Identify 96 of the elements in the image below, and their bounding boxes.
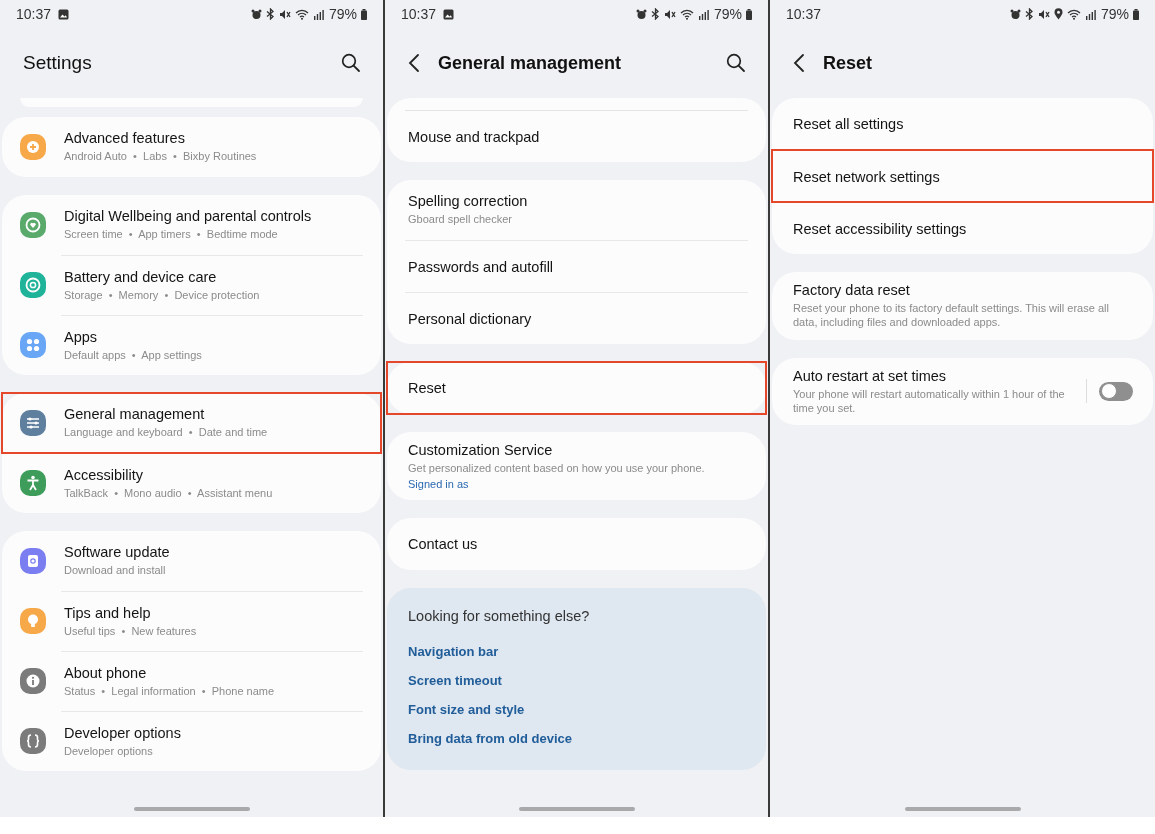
wifi-icon bbox=[679, 8, 694, 20]
item-subtitle: Screen time • App timers • Bedtime mode bbox=[64, 227, 279, 242]
item-subtitle: TalkBack • Mono audio • Assistant menu bbox=[64, 485, 274, 501]
settings-item[interactable]: Personal dictionary bbox=[387, 292, 766, 344]
suggestion-link[interactable]: Bring data from old device bbox=[408, 731, 572, 747]
item-title: Reset accessibility settings bbox=[793, 220, 968, 237]
settings-item[interactable]: Contact us bbox=[387, 518, 766, 571]
back-icon[interactable] bbox=[793, 53, 805, 73]
settings-item[interactable]: Reset bbox=[387, 362, 766, 414]
bluetooth-icon bbox=[1024, 8, 1034, 20]
item-title: About phone bbox=[64, 664, 148, 681]
location-icon bbox=[1053, 8, 1063, 20]
item-subtitle: Useful tips • New features bbox=[64, 623, 198, 639]
item-title: Software update bbox=[64, 544, 171, 561]
settings-item[interactable]: Passwords and autofill bbox=[387, 240, 766, 292]
item-title: Reset network settings bbox=[793, 168, 941, 185]
item-title: Developer options bbox=[64, 724, 182, 741]
account-link[interactable]: Signed in as bbox=[408, 478, 746, 491]
signal-icon bbox=[312, 8, 324, 20]
screen-title: Reset bbox=[823, 52, 873, 74]
settings-item[interactable]: Apps Default apps • App settings bbox=[2, 315, 381, 375]
suggestion-link[interactable]: Screen timeout bbox=[408, 673, 502, 689]
item-subtitle: Download and install bbox=[64, 563, 167, 578]
suggestion-link[interactable]: Navigation bar bbox=[408, 644, 499, 660]
settings-item[interactable]: Reset all settings bbox=[772, 98, 1153, 150]
settings-item[interactable]: Digital Wellbeing and parental controls Screen time • App timers • Bedtime mode bbox=[2, 195, 381, 255]
settings-item[interactable]: Reset network settings bbox=[772, 150, 1153, 202]
search-icon[interactable] bbox=[341, 53, 361, 73]
item-title: Apps bbox=[64, 328, 99, 345]
battery-icon bbox=[361, 8, 367, 20]
item-title: Contact us bbox=[408, 536, 479, 553]
suggestion-link[interactable]: Font size and style bbox=[408, 702, 525, 718]
wifi-icon bbox=[294, 8, 309, 20]
item-subtitle: Storage • Memory • Device protection bbox=[64, 287, 261, 303]
mute-icon bbox=[1037, 8, 1050, 20]
item-title: General management bbox=[64, 406, 206, 423]
settings-item[interactable]: Mouse and trackpad bbox=[387, 110, 766, 162]
toggle-switch[interactable] bbox=[1099, 381, 1133, 401]
item-subtitle: Android Auto • Labs • Bixby Routines bbox=[64, 149, 258, 164]
settings-item[interactable]: Software update Download and install bbox=[2, 531, 381, 591]
item-subtitle: Developer options bbox=[64, 743, 154, 759]
signal-icon bbox=[1084, 8, 1096, 20]
settings-item[interactable]: Reset accessibility settings bbox=[772, 202, 1153, 254]
battery-percent: 79% bbox=[713, 6, 742, 22]
status-time: 10:37 bbox=[16, 6, 52, 22]
back-icon[interactable] bbox=[408, 53, 420, 73]
item-subtitle: Default apps • App settings bbox=[64, 347, 203, 363]
item-title: Reset bbox=[408, 380, 447, 396]
mute-icon bbox=[278, 8, 291, 20]
image-icon bbox=[443, 8, 455, 20]
item-subtitle: Get personalized content based on how you use your phone. bbox=[408, 461, 706, 476]
status-time: 10:37 bbox=[786, 6, 822, 22]
wifi-icon bbox=[1066, 8, 1081, 20]
settings-item[interactable]: Tips and help Useful tips • New features bbox=[2, 591, 381, 651]
item-title: Personal dictionary bbox=[408, 310, 533, 327]
suggestions-heading: Looking for something else? bbox=[408, 608, 590, 625]
item-title: Mouse and trackpad bbox=[408, 128, 541, 145]
screen-title: Settings bbox=[23, 52, 92, 74]
item-subtitle: Status • Legal information • Phone name bbox=[64, 683, 276, 699]
item-title: Spelling correction bbox=[408, 193, 529, 210]
settings-item[interactable]: Battery and device care Storage • Memory • Device protection bbox=[2, 255, 381, 315]
settings-item[interactable]: Auto restart at set times Your phone will restart automatically within 1 hour of the time you set. bbox=[772, 357, 1153, 426]
image-icon bbox=[58, 8, 70, 20]
battery-icon bbox=[1133, 8, 1139, 20]
battery-percent: 79% bbox=[328, 6, 357, 22]
settings-item[interactable]: Spelling correction Gboard spell checker bbox=[387, 180, 766, 240]
battery-percent: 79% bbox=[1100, 6, 1129, 22]
bluetooth-icon bbox=[650, 8, 660, 20]
item-title: Accessibility bbox=[64, 466, 144, 483]
item-subtitle: Reset your phone to its factory default settings. This will erase all data, including files and downloaded apps. bbox=[793, 301, 1110, 330]
status-time: 10:37 bbox=[401, 6, 437, 22]
settings-item[interactable]: Developer options Developer options bbox=[2, 711, 381, 771]
item-subtitle: Your phone will restart automatically within 1 hour of the time you set. bbox=[793, 386, 1066, 416]
item-title: Auto restart at set times bbox=[793, 367, 948, 384]
item-title: Advanced features bbox=[64, 130, 186, 147]
settings-item[interactable]: About phone Status • Legal information • Phone name bbox=[2, 651, 381, 711]
item-subtitle: Language and keyboard • Date and time bbox=[64, 425, 269, 440]
item-title: Passwords and autofill bbox=[408, 258, 555, 275]
item-title: Customization Service bbox=[408, 442, 554, 458]
item-title: Digital Wellbeing and parental controls bbox=[64, 208, 313, 225]
battery-icon bbox=[746, 8, 752, 20]
item-subtitle: Gboard spell checker bbox=[408, 212, 513, 227]
signal-icon bbox=[697, 8, 709, 20]
bluetooth-icon bbox=[265, 8, 275, 20]
settings-item[interactable]: Factory data reset Reset your phone to its factory default settings. This will erase all data, including files and downloaded apps. bbox=[772, 272, 1153, 340]
item-title: Reset all settings bbox=[793, 116, 905, 132]
settings-item[interactable]: Customization Service Get personalized content based on how you use your phone. Signed in as bbox=[387, 432, 766, 501]
mute-icon bbox=[663, 8, 676, 20]
item-title: Factory data reset bbox=[793, 282, 911, 298]
item-title: Tips and help bbox=[64, 604, 152, 621]
settings-item[interactable]: General management Language and keyboard • Date and time bbox=[2, 393, 381, 453]
settings-item[interactable]: Accessibility TalkBack • Mono audio • Assistant menu bbox=[2, 453, 381, 513]
item-title: Battery and device care bbox=[64, 268, 218, 285]
screen-title: General management bbox=[438, 52, 622, 74]
settings-item[interactable]: Advanced features Android Auto • Labs • Bixby Routines bbox=[2, 117, 381, 177]
search-icon[interactable] bbox=[726, 53, 746, 73]
